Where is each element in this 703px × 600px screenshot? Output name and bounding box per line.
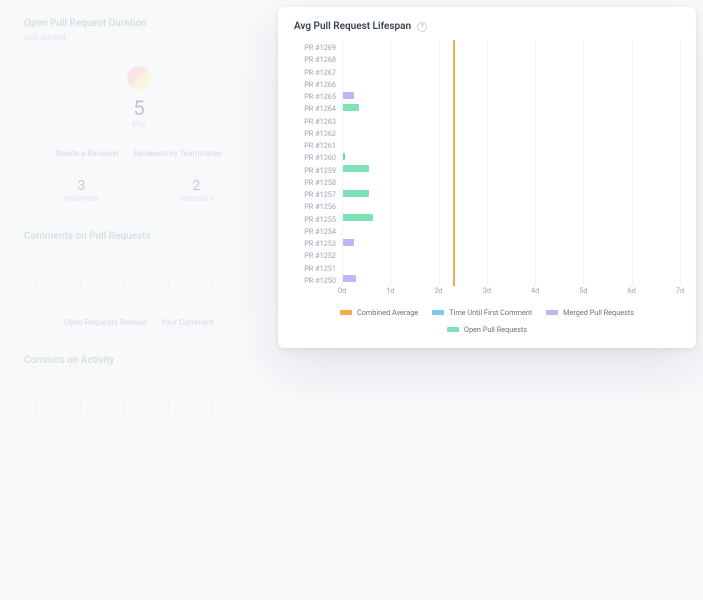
bar-green xyxy=(342,190,369,197)
bg-col1-lbl: reviewers xyxy=(65,194,99,203)
bg-col1-num: 3 xyxy=(65,178,99,194)
bar-row xyxy=(342,236,354,248)
bg-section3-title: Commits on Activity xyxy=(24,355,254,366)
y-axis-label: PR #1265 xyxy=(294,91,342,103)
bar-row xyxy=(342,273,356,285)
bg-big-lbl: PRs xyxy=(24,120,254,129)
bg-sec2-legend-b: Your Comment xyxy=(161,318,214,327)
legend-open: Open Pull Requests xyxy=(447,325,527,334)
x-axis-tick: 5d xyxy=(579,286,587,295)
bar-row xyxy=(342,101,359,113)
grid-line xyxy=(583,40,584,286)
bg-legend-a: Needs a Reviewer xyxy=(56,149,119,158)
pie-icon xyxy=(127,66,151,90)
bg-section1-title: Open Pull Request Duration xyxy=(24,18,254,29)
bg-chart-placeholder-1 xyxy=(24,252,254,312)
y-axis-label: PR #1266 xyxy=(294,79,342,91)
y-axis-label: PR #1260 xyxy=(294,152,342,164)
grid-line xyxy=(342,40,343,286)
x-axis-tick: 6d xyxy=(628,286,636,295)
x-axis-tick: 7d xyxy=(676,286,684,295)
bg-sec2-legend-a: Open Requests Remain xyxy=(64,318,147,327)
bg-chart-placeholder-2 xyxy=(24,376,254,436)
y-axis-label: PR #1259 xyxy=(294,165,342,177)
y-axis-label: PR #1252 xyxy=(294,250,342,262)
swatch-blue-icon xyxy=(432,310,444,315)
swatch-orange-icon xyxy=(340,310,352,315)
bar-purple xyxy=(342,239,354,246)
bar-green xyxy=(342,165,369,172)
chart-legend: Combined Average Time Until First Commen… xyxy=(294,308,680,334)
y-axis-label: PR #1262 xyxy=(294,128,342,140)
y-axis-label: PR #1261 xyxy=(294,140,342,152)
y-axis-label: PR #1250 xyxy=(294,275,342,287)
bar-green xyxy=(342,104,359,111)
y-axis-label: PR #1264 xyxy=(294,103,342,115)
lifespan-chart: PR #1269PR #1268PR #1267PR #1266PR #1265… xyxy=(294,40,680,286)
bg-section2-title: Comments on Pull Requests xyxy=(24,231,254,242)
y-axis-label: PR #1255 xyxy=(294,214,342,226)
bg-legend-b: Reviewed by Teammates xyxy=(133,149,221,158)
grid-line xyxy=(390,40,391,286)
y-axis-label: PR #1267 xyxy=(294,67,342,79)
x-axis-tick: 2d xyxy=(434,286,442,295)
grid-line xyxy=(632,40,633,286)
grid-line xyxy=(680,40,681,286)
swatch-green-icon xyxy=(447,327,459,332)
y-axis-label: PR #1268 xyxy=(294,54,342,66)
y-axis-label: PR #1253 xyxy=(294,238,342,250)
x-axis-tick: 3d xyxy=(483,286,491,295)
y-axis-label: PR #1251 xyxy=(294,263,342,275)
lifespan-modal: Avg Pull Request Lifespan ? PR #1269PR #… xyxy=(278,7,696,348)
bar-green xyxy=(342,214,373,221)
x-axis-tick: 4d xyxy=(531,286,539,295)
bar-row xyxy=(342,187,369,199)
y-axis-label: PR #1256 xyxy=(294,201,342,213)
grid-line xyxy=(487,40,488,286)
bar-row xyxy=(342,163,369,175)
bg-big-num: 5 xyxy=(24,96,254,120)
legend-first-comment: Time Until First Comment xyxy=(432,308,532,317)
y-axis-label: PR #1254 xyxy=(294,226,342,238)
combined-average-line xyxy=(453,40,455,286)
y-axis-label: PR #1263 xyxy=(294,116,342,128)
bar-purple xyxy=(342,92,354,99)
info-icon[interactable]: ? xyxy=(417,22,427,32)
grid-line xyxy=(535,40,536,286)
swatch-purple-icon xyxy=(546,310,558,315)
grid-line xyxy=(439,40,440,286)
y-axis-label: PR #1257 xyxy=(294,189,342,201)
y-axis-label: PR #1269 xyxy=(294,42,342,54)
bar-purple xyxy=(342,275,356,282)
legend-merged: Merged Pull Requests xyxy=(546,308,634,317)
bg-section1-sub: only current xyxy=(24,33,254,42)
x-axis-tick: 0d xyxy=(338,286,346,295)
x-axis-tick: 1d xyxy=(386,286,394,295)
legend-combined-average: Combined Average xyxy=(340,308,418,317)
y-axis-label: PR #1258 xyxy=(294,177,342,189)
modal-title: Avg Pull Request Lifespan xyxy=(294,21,411,32)
bg-col2-num: 2 xyxy=(180,178,214,194)
bar-row xyxy=(342,212,373,224)
bg-col2-lbl: reviewers xyxy=(180,194,214,203)
bar-row xyxy=(342,89,354,101)
